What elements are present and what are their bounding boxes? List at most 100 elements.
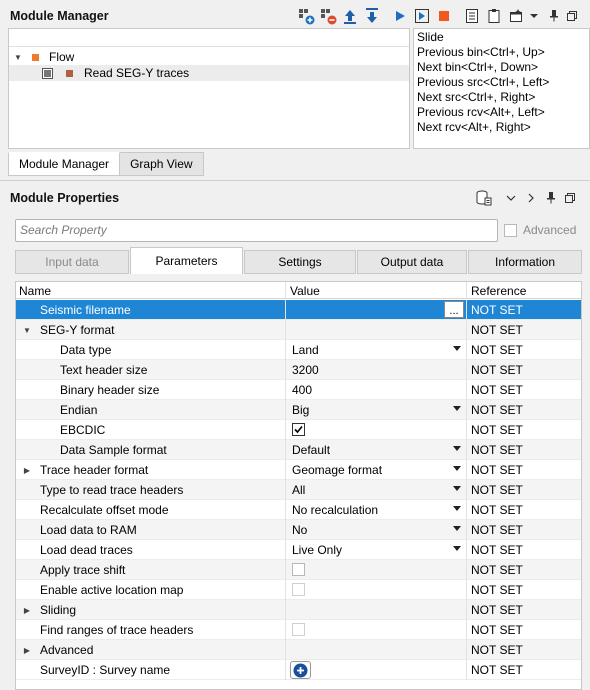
- property-reference[interactable]: NOT SET: [468, 640, 581, 660]
- stop-icon[interactable]: [434, 6, 454, 26]
- property-value-cell[interactable]: 3200: [287, 360, 467, 380]
- dropdown-arrow-icon[interactable]: [453, 466, 461, 471]
- property-value-cell[interactable]: No recalculation: [287, 500, 467, 520]
- add-survey-button[interactable]: [290, 661, 311, 679]
- search-property-input[interactable]: Search Property: [15, 219, 498, 242]
- property-row[interactable]: ▶ Trace header format Geomage format NOT SE…: [16, 460, 581, 480]
- tab-module-manager[interactable]: Module Manager: [8, 152, 121, 176]
- dropdown-arrow-icon[interactable]: [453, 546, 461, 551]
- column-header-name[interactable]: Name: [16, 282, 286, 299]
- dropdown-arrow-icon[interactable]: [453, 446, 461, 451]
- property-checkbox[interactable]: [292, 563, 305, 576]
- tab-output-data[interactable]: Output data: [357, 250, 467, 274]
- new-window-icon[interactable]: [506, 6, 526, 26]
- property-row[interactable]: ▶ Advanced NOT SET: [16, 640, 581, 660]
- property-value-cell[interactable]: Default: [287, 440, 467, 460]
- property-value-cell[interactable]: ...: [287, 300, 467, 320]
- property-row[interactable]: Load data to RAM No NOT SET: [16, 520, 581, 540]
- property-row[interactable]: Endian Big NOT SET: [16, 400, 581, 420]
- run-step-icon[interactable]: [412, 6, 432, 26]
- property-reference[interactable]: NOT SET: [468, 460, 581, 480]
- collapse-arrow-icon[interactable]: ▼: [22, 320, 32, 340]
- property-checkbox[interactable]: [292, 583, 305, 596]
- property-row[interactable]: ▼ SEG-Y format NOT SET: [16, 320, 581, 340]
- tree-item-read-segy[interactable]: Read SEG-Y traces: [9, 65, 409, 81]
- property-row[interactable]: Binary header size 400 NOT SET: [16, 380, 581, 400]
- property-value-cell[interactable]: [287, 600, 467, 620]
- property-value-cell[interactable]: [287, 580, 467, 600]
- dropdown-arrow-icon[interactable]: [453, 486, 461, 491]
- tab-input-data[interactable]: Input data: [15, 250, 129, 274]
- tab-settings[interactable]: Settings: [244, 250, 356, 274]
- property-reference[interactable]: NOT SET: [468, 480, 581, 500]
- property-row[interactable]: Seismic filename... NOT SET: [16, 300, 581, 320]
- property-value-cell[interactable]: Geomage format: [287, 460, 467, 480]
- expand-arrow-icon[interactable]: ▶: [22, 460, 32, 480]
- property-reference[interactable]: NOT SET: [468, 580, 581, 600]
- property-row[interactable]: Find ranges of trace headers NOT SET: [16, 620, 581, 640]
- advanced-checkbox[interactable]: [504, 223, 517, 237]
- property-reference[interactable]: NOT SET: [468, 420, 581, 440]
- dropdown-arrow-icon[interactable]: [453, 346, 461, 351]
- dropdown-arrow-icon[interactable]: [453, 506, 461, 511]
- property-value-cell[interactable]: Live Only: [287, 540, 467, 560]
- restore-icon[interactable]: [564, 6, 580, 26]
- restore-icon[interactable]: [562, 188, 578, 208]
- property-row[interactable]: Enable active location map NOT SET: [16, 580, 581, 600]
- expand-arrow-icon[interactable]: ▶: [22, 640, 32, 660]
- pin-icon[interactable]: [542, 188, 560, 208]
- property-value-cell[interactable]: [287, 560, 467, 580]
- property-reference[interactable]: NOT SET: [468, 380, 581, 400]
- property-row[interactable]: Recalculate offset mode No recalculation N…: [16, 500, 581, 520]
- list-icon[interactable]: [462, 6, 482, 26]
- property-value-cell[interactable]: [287, 640, 467, 660]
- property-reference[interactable]: NOT SET: [468, 440, 581, 460]
- move-down-icon[interactable]: [362, 6, 382, 26]
- expand-arrow-icon[interactable]: ▼: [14, 53, 22, 62]
- column-header-reference[interactable]: Reference: [468, 282, 581, 299]
- module-enable-checkbox[interactable]: [42, 67, 53, 79]
- property-value-cell[interactable]: [287, 320, 467, 340]
- property-value-cell[interactable]: All: [287, 480, 467, 500]
- property-reference[interactable]: NOT SET: [468, 620, 581, 640]
- chevron-down-icon[interactable]: [502, 188, 520, 208]
- property-reference[interactable]: NOT SET: [468, 520, 581, 540]
- property-reference[interactable]: NOT SET: [468, 660, 581, 680]
- dropdown-arrow-icon[interactable]: [453, 406, 461, 411]
- chevron-down-icon[interactable]: [528, 6, 540, 26]
- property-row[interactable]: Data Sample format Default NOT SET: [16, 440, 581, 460]
- tab-information[interactable]: Information: [468, 250, 582, 274]
- run-icon[interactable]: [390, 6, 410, 26]
- remove-module-icon[interactable]: [318, 6, 338, 26]
- panel-separator[interactable]: [0, 180, 590, 181]
- property-row[interactable]: SurveyID : Survey name NOT SET: [16, 660, 581, 680]
- property-reference[interactable]: NOT SET: [468, 560, 581, 580]
- property-reference[interactable]: NOT SET: [468, 400, 581, 420]
- property-value-cell[interactable]: Big: [287, 400, 467, 420]
- move-up-icon[interactable]: [340, 6, 360, 26]
- chevron-right-icon[interactable]: [522, 188, 540, 208]
- property-reference[interactable]: NOT SET: [468, 500, 581, 520]
- property-reference[interactable]: NOT SET: [468, 540, 581, 560]
- property-reference[interactable]: NOT SET: [468, 600, 581, 620]
- property-row[interactable]: EBCDIC NOT SET: [16, 420, 581, 440]
- clipboard-icon[interactable]: [484, 6, 504, 26]
- property-value-cell[interactable]: Land: [287, 340, 467, 360]
- tab-parameters[interactable]: Parameters: [130, 247, 243, 274]
- column-header-value[interactable]: Value: [287, 282, 467, 299]
- advanced-toggle[interactable]: Advanced: [504, 223, 576, 237]
- property-reference[interactable]: NOT SET: [468, 320, 581, 340]
- expand-arrow-icon[interactable]: ▶: [22, 600, 32, 620]
- property-reference[interactable]: NOT SET: [468, 300, 581, 320]
- browse-file-button[interactable]: ...: [444, 301, 464, 318]
- dropdown-arrow-icon[interactable]: [453, 526, 461, 531]
- property-row[interactable]: Load dead traces Live Only NOT SET: [16, 540, 581, 560]
- property-reference[interactable]: NOT SET: [468, 340, 581, 360]
- property-value-cell[interactable]: No: [287, 520, 467, 540]
- tree-item-flow[interactable]: ▼ Flow: [9, 49, 409, 65]
- property-reference[interactable]: NOT SET: [468, 360, 581, 380]
- property-value-cell[interactable]: 400: [287, 380, 467, 400]
- add-module-icon[interactable]: [296, 6, 316, 26]
- database-icon[interactable]: [474, 188, 494, 208]
- pin-icon[interactable]: [546, 6, 562, 26]
